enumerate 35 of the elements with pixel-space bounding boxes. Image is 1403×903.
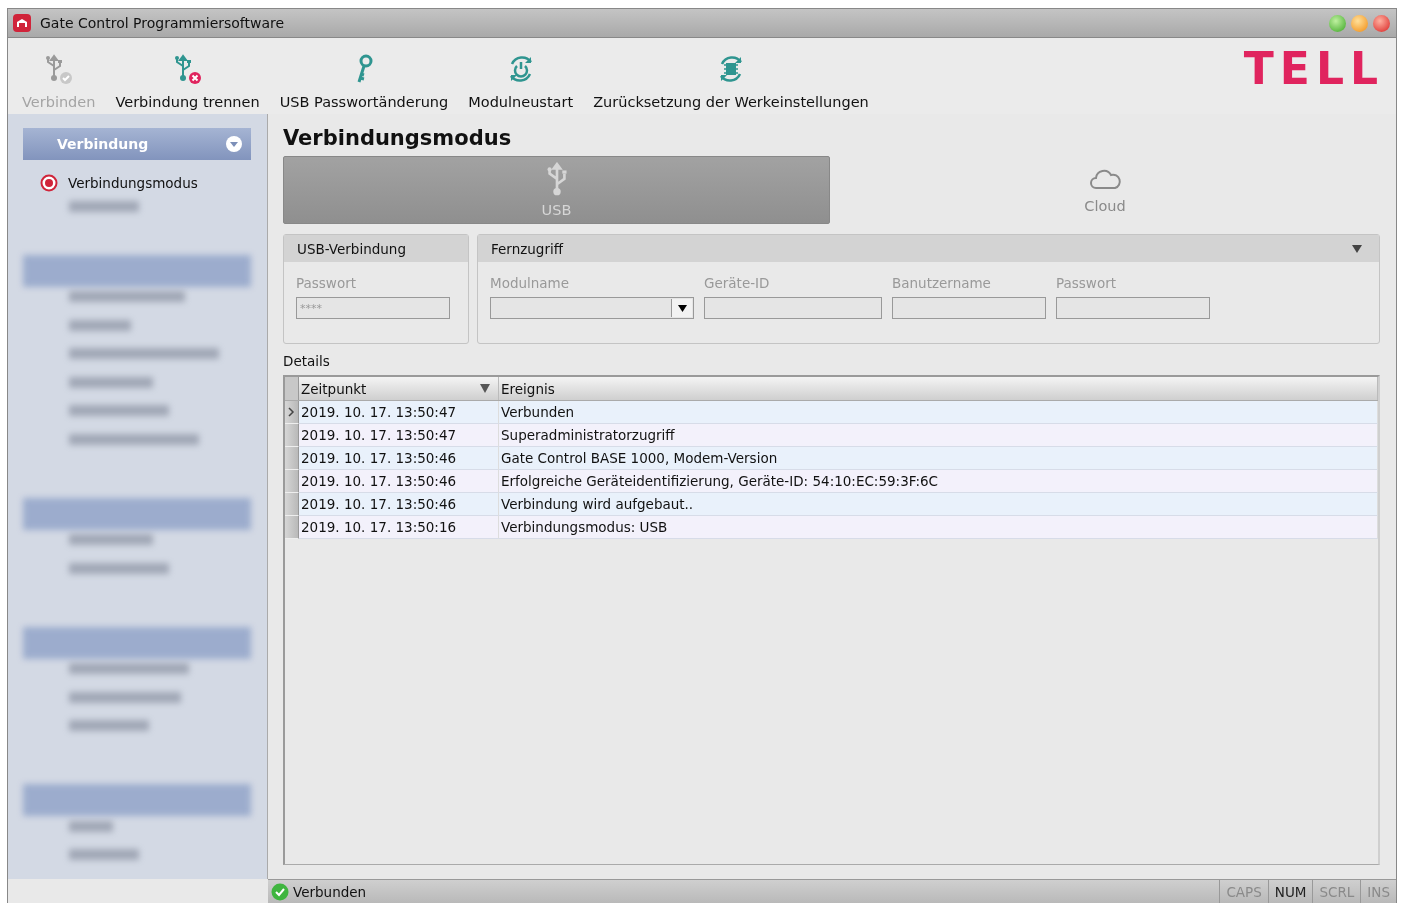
table-cell: 2019. 10. 17. 13:50:47	[299, 401, 499, 424]
field-label: Passwort	[296, 275, 358, 291]
sidebar-item[interactable]: Verbindungsmodus	[40, 174, 198, 192]
panel-header: USB-Verbindung	[284, 235, 468, 262]
key-indicator: NUM	[1267, 880, 1313, 903]
field-label: Geräte-ID	[704, 275, 771, 291]
table-cell: Verbunden	[499, 401, 1378, 424]
tell-logo: TELL	[1243, 47, 1384, 91]
key-indicator: SCRL	[1312, 880, 1361, 903]
page-title: Verbindungsmodus	[283, 126, 513, 150]
toolbar-button[interactable]: Verbindung trennen	[105, 52, 270, 110]
window-title: Gate Control Programmiersoftware	[40, 15, 285, 31]
key-indicator: CAPS	[1219, 880, 1268, 903]
table-cell: 2019. 10. 17. 13:50:46	[299, 447, 499, 470]
toolbar-button[interactable]: Zurücksetzung der Werkeinstellungen	[583, 52, 879, 110]
table-cell: 2019. 10. 17. 13:50:46	[299, 470, 499, 493]
table-cell: Verbindungsmodus: USB	[499, 516, 1378, 539]
status-text: Verbunden	[293, 883, 367, 900]
column-header[interactable]: Ereignis	[499, 377, 1378, 400]
toolbar-button[interactable]: USB Passwortänderung	[269, 52, 459, 110]
key-indicator: INS	[1360, 880, 1396, 903]
field-label: Passwort	[1056, 275, 1118, 291]
table-cell: 2019. 10. 17. 13:50:46	[299, 493, 499, 516]
table-cell: 2019. 10. 17. 13:50:16	[299, 516, 499, 539]
table-cell: 2019. 10. 17. 13:50:47	[299, 424, 499, 447]
field-label: Banutzername	[892, 275, 992, 291]
field-label: Modulname	[490, 275, 571, 291]
table-cell: Gate Control BASE 1000, Modem-Version	[499, 447, 1378, 470]
column-header[interactable]: Zeitpunkt	[299, 377, 499, 400]
table-cell: Verbindung wird aufgebaut..	[499, 493, 1378, 516]
section-label: Details	[283, 353, 331, 369]
table-cell: Superadministratorzugriff	[499, 424, 1378, 447]
panel-header[interactable]: Fernzugriff	[478, 235, 1379, 262]
table-cell: Erfolgreiche Geräteidentifizierung, Geräte-ID: 54:10:EC:59:3F:6C	[499, 470, 1378, 493]
toolbar-button[interactable]: Modulneustart	[458, 52, 584, 110]
